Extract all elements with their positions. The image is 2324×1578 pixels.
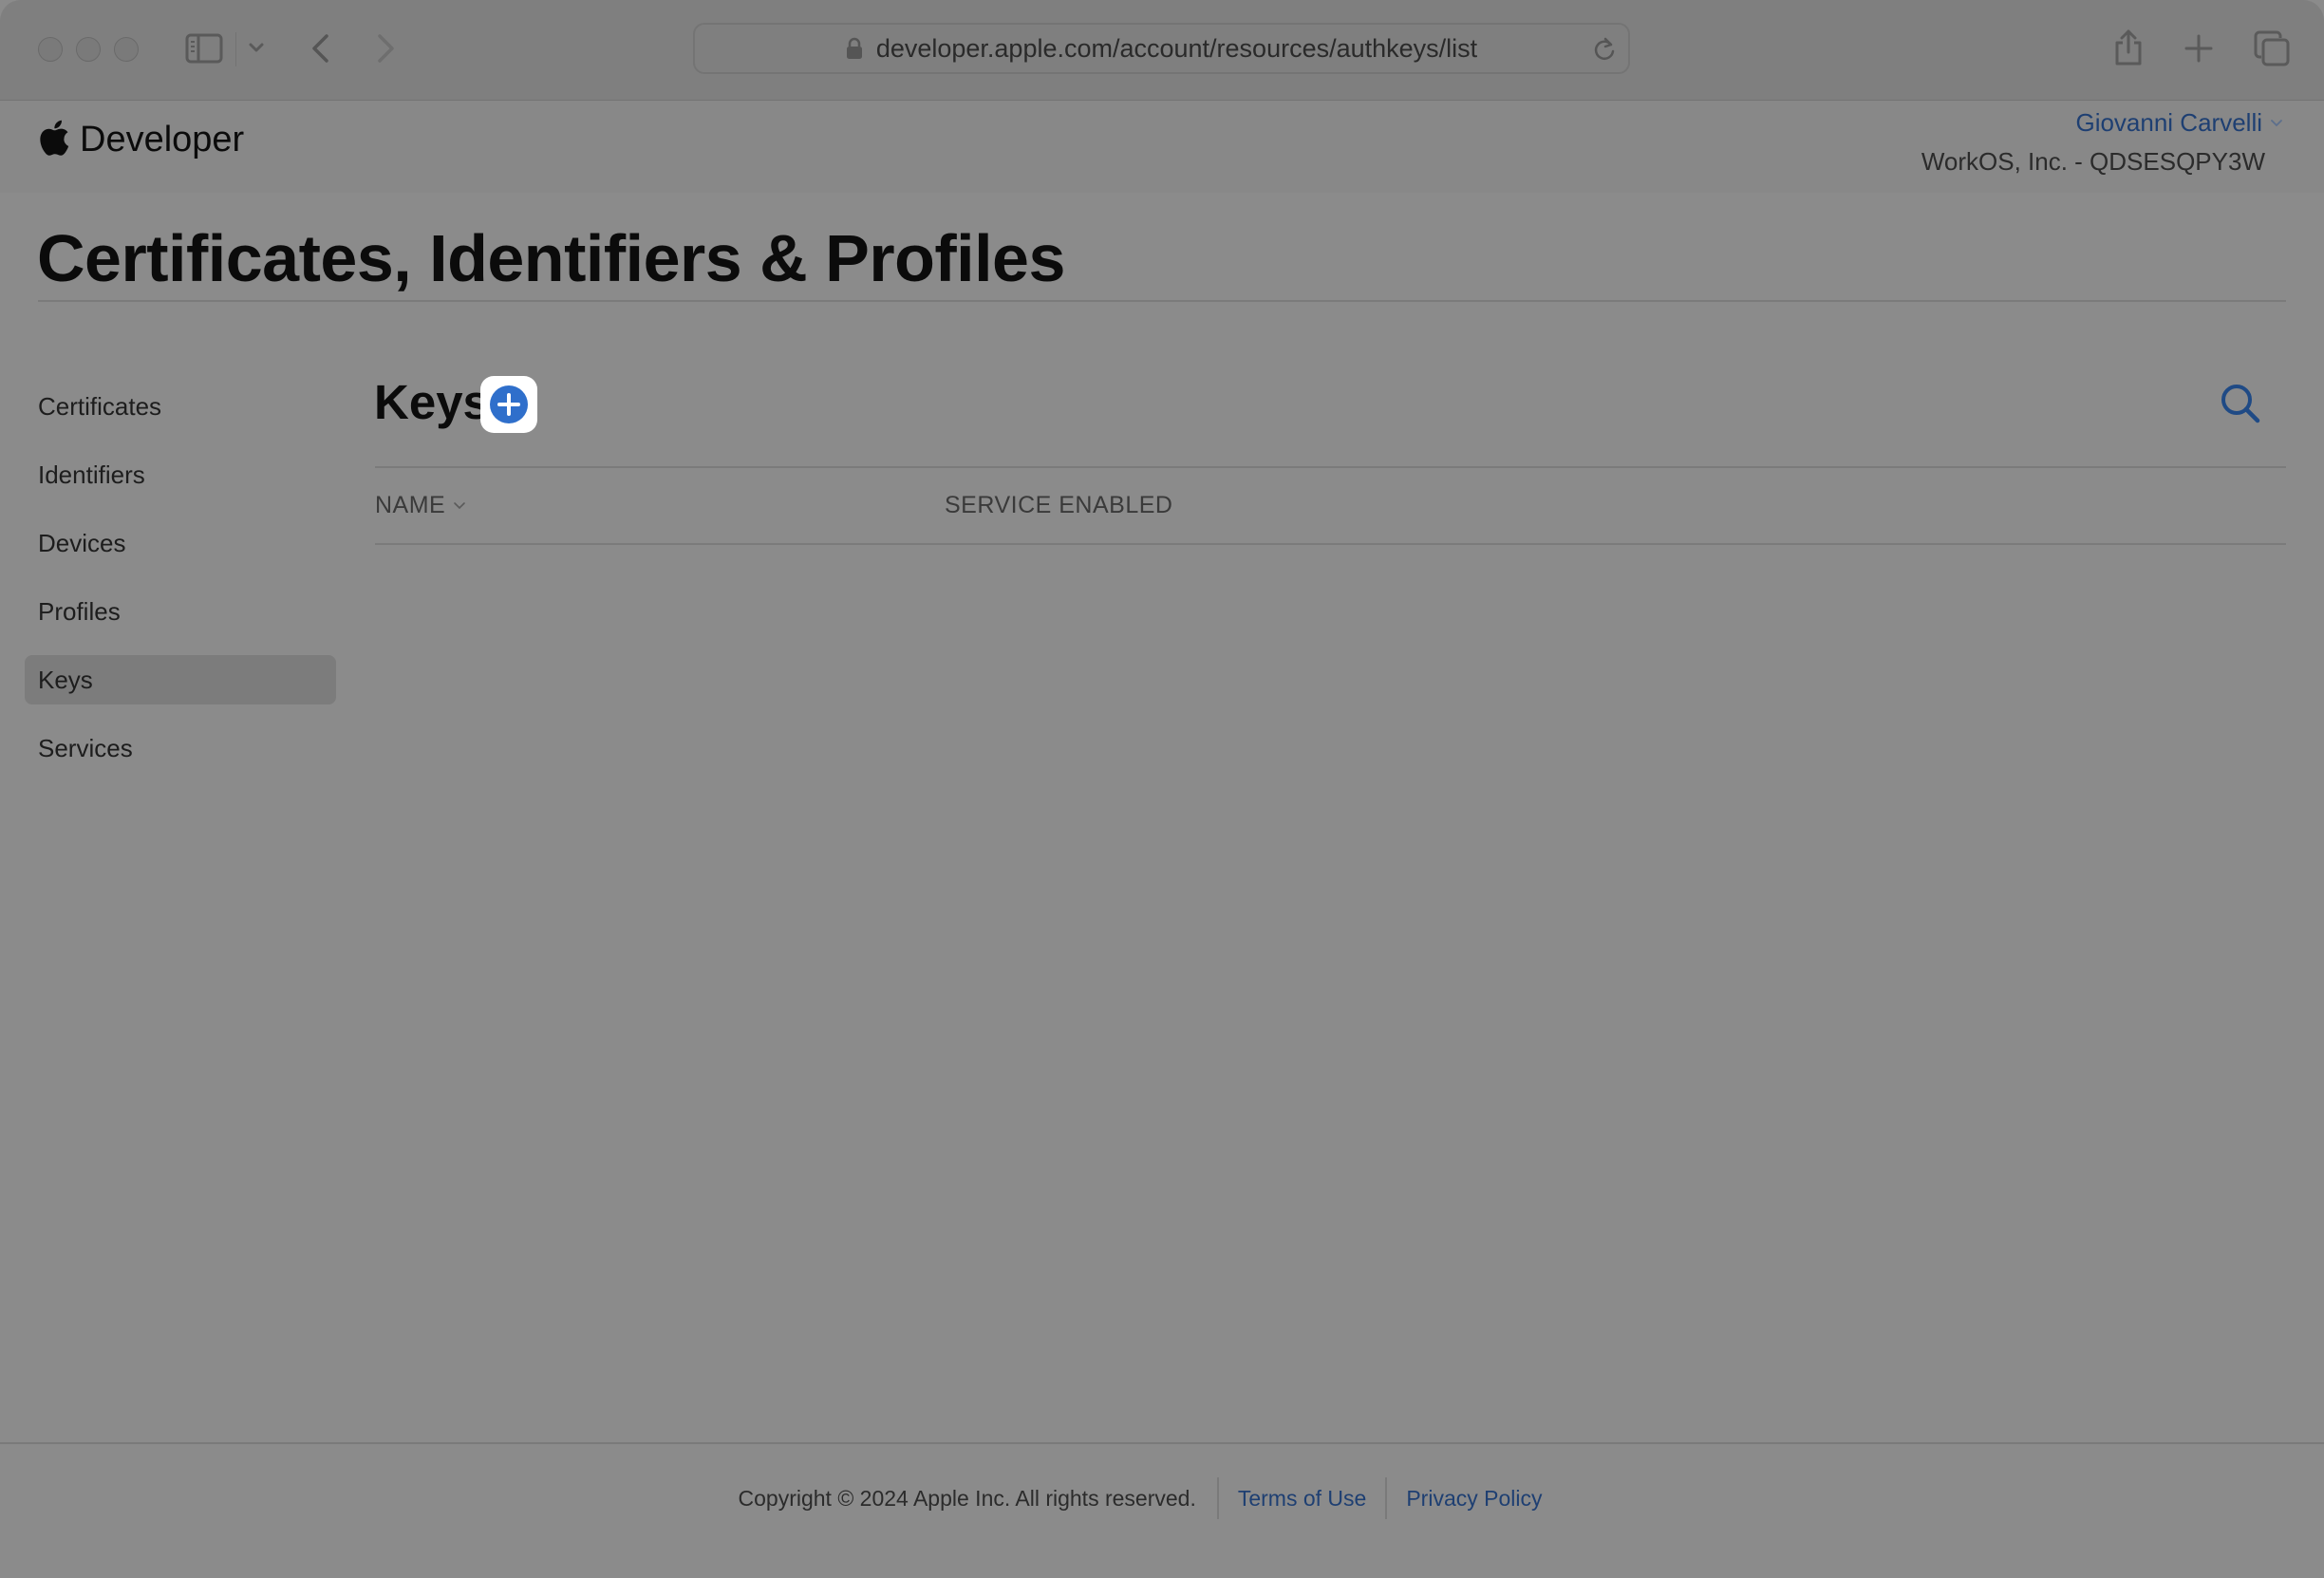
terms-of-use-link[interactable]: Terms of Use <box>1216 1477 1385 1519</box>
column-header-label: NAME <box>375 492 446 518</box>
chevron-down-icon <box>2271 119 2282 126</box>
browser-toolbar: developer.apple.com/account/resources/au… <box>0 0 2324 102</box>
column-header-label: SERVICE ENABLED <box>945 492 1173 518</box>
footer: Copyright © 2024 Apple Inc. All rights r… <box>0 1477 2324 1519</box>
minimize-window-button[interactable] <box>76 37 101 62</box>
sidebar-item-devices[interactable]: Devices <box>25 518 336 568</box>
lock-icon <box>846 37 862 59</box>
search-icon[interactable] <box>2220 383 2263 426</box>
share-icon[interactable] <box>2113 28 2144 66</box>
page-title: Certificates, Identifiers & Profiles <box>37 221 1065 295</box>
column-header-name[interactable]: NAME <box>375 492 466 519</box>
url-text: developer.apple.com/account/resources/au… <box>875 33 1478 63</box>
sidebar-item-label: Services <box>38 733 133 762</box>
sidebar-item-label: Keys <box>38 665 93 694</box>
chevron-down-icon[interactable] <box>249 42 264 53</box>
account-name: Giovanni Carvelli <box>2075 108 2262 137</box>
new-tab-icon[interactable] <box>2184 34 2213 63</box>
brand-label: Developer <box>80 120 245 160</box>
privacy-policy-link[interactable]: Privacy Policy <box>1385 1477 1561 1519</box>
account-menu[interactable]: Giovanni Carvelli <box>2075 108 2283 138</box>
title-divider <box>38 300 2286 302</box>
sidebar-item-label: Certificates <box>38 391 162 421</box>
forward-icon[interactable] <box>376 33 397 64</box>
section-heading: Keys <box>374 375 490 429</box>
apple-logo-icon <box>40 120 69 156</box>
address-bar[interactable]: developer.apple.com/account/resources/au… <box>693 23 1630 74</box>
sidebar-item-label: Devices <box>38 528 126 557</box>
column-header-service-enabled: SERVICE ENABLED <box>945 492 1172 519</box>
footer-divider <box>0 1442 2324 1444</box>
table-header-border <box>375 543 2286 545</box>
copyright-text: Copyright © 2024 Apple Inc. All rights r… <box>738 1485 1196 1511</box>
sidebar-icon[interactable] <box>185 33 223 64</box>
reload-icon[interactable] <box>1592 36 1617 63</box>
sidebar-item-label: Identifiers <box>38 460 145 489</box>
table-top-border <box>375 466 2286 468</box>
sidebar-item-services[interactable]: Services <box>25 723 336 773</box>
sidebar-item-identifiers[interactable]: Identifiers <box>25 450 336 499</box>
sort-chevron-icon <box>454 501 466 509</box>
close-window-button[interactable] <box>38 37 63 62</box>
zoom-window-button[interactable] <box>114 37 139 62</box>
plus-circle-icon <box>490 385 528 423</box>
account-team: WorkOS, Inc. - QDSESQPY3W <box>1921 147 2265 176</box>
toolbar-divider <box>235 32 236 66</box>
sidebar-item-certificates[interactable]: Certificates <box>25 382 336 431</box>
add-key-button[interactable] <box>480 376 537 433</box>
back-icon[interactable] <box>309 33 330 64</box>
developer-home-link[interactable]: Developer <box>38 120 244 160</box>
sidebar-item-profiles[interactable]: Profiles <box>25 587 336 636</box>
sidebar-item-keys[interactable]: Keys <box>25 655 336 704</box>
sidebar-item-label: Profiles <box>38 596 121 626</box>
tabs-overview-icon[interactable] <box>2254 30 2290 66</box>
